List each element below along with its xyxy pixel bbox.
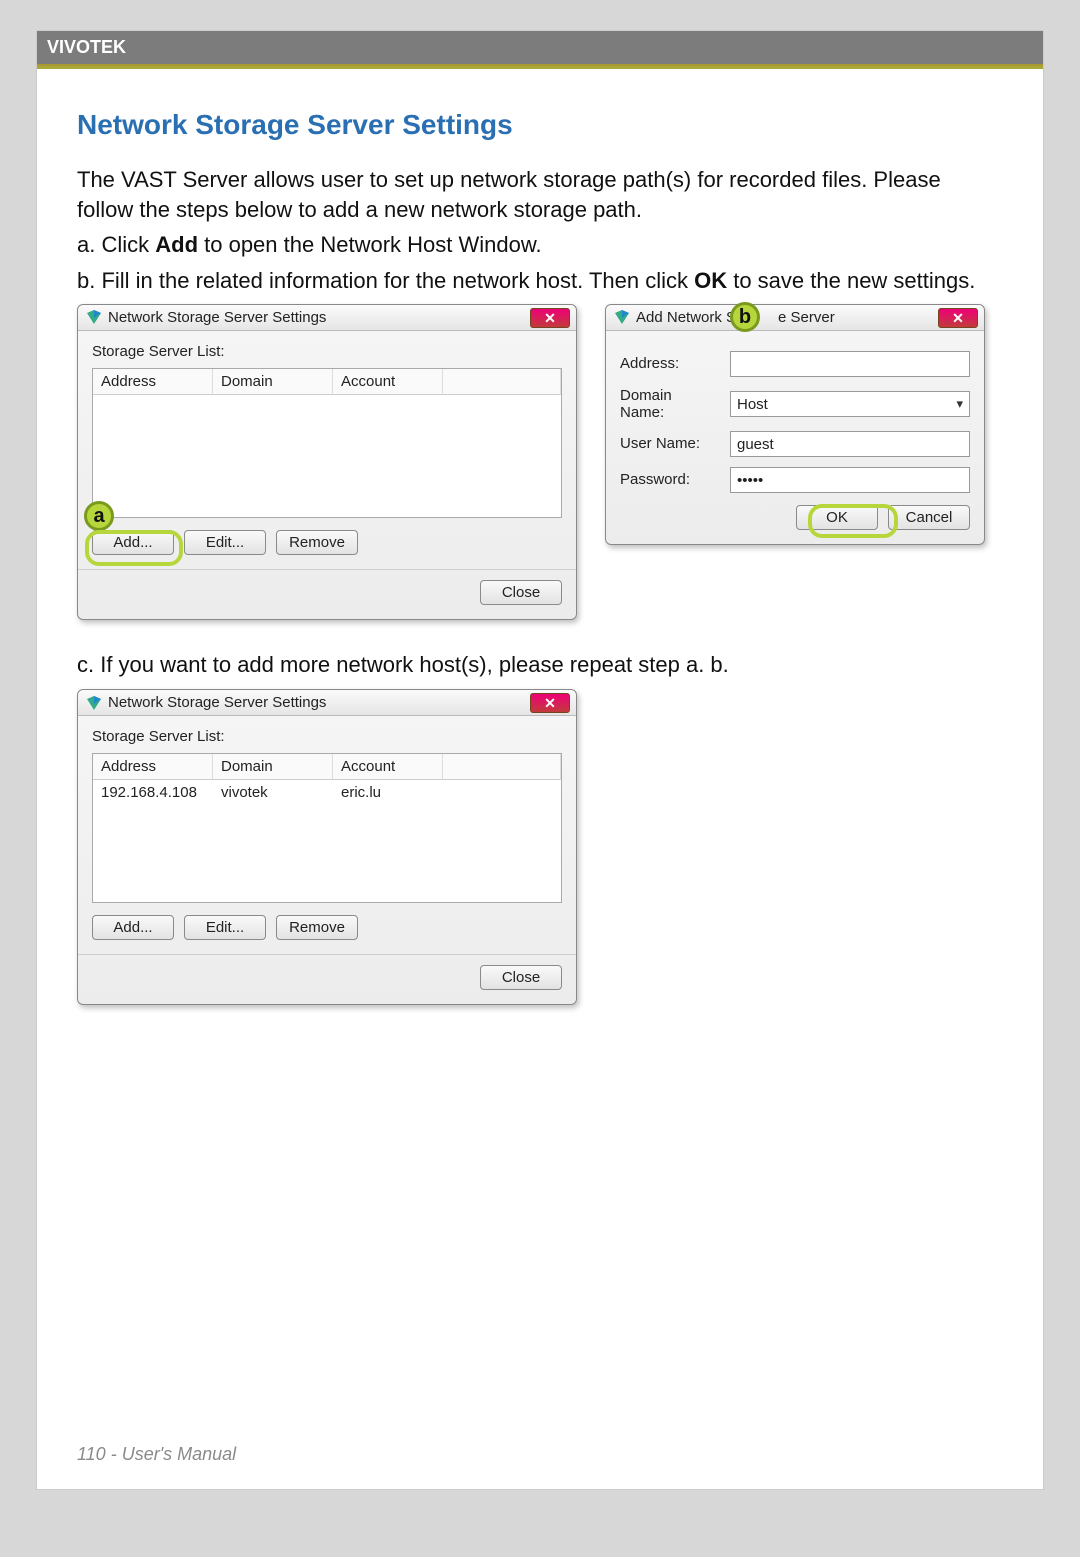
cell-domain: vivotek (213, 780, 333, 805)
network-storage-settings-window: Network Storage Server Settings ✕ Storag… (77, 304, 577, 620)
col-address[interactable]: Address (93, 754, 213, 780)
app-icon (86, 695, 102, 711)
table-row[interactable]: 192.168.4.108 vivotek eric.lu (93, 780, 561, 805)
app-icon (614, 309, 630, 325)
window-title: Network Storage Server Settings (108, 694, 326, 711)
header-rule (37, 66, 1043, 69)
user-name-input[interactable]: guest (730, 431, 970, 457)
add-button[interactable]: Add... (92, 915, 174, 940)
callout-b: b (730, 302, 760, 332)
window-titlebar: Network Storage Server Settings ✕ (78, 305, 576, 331)
window-titlebar: Network Storage Server Settings ✕ (78, 690, 576, 716)
ok-button[interactable]: OK (796, 505, 878, 530)
window-title: Network Storage Server Settings (108, 309, 326, 326)
remove-button[interactable]: Remove (276, 915, 358, 940)
step-a: a. Click Add to open the Network Host Wi… (77, 230, 1003, 260)
user-name-label: User Name: (620, 435, 720, 452)
close-icon[interactable]: ✕ (938, 308, 978, 328)
add-button[interactable]: Add... (92, 530, 174, 555)
server-list-grid: Address Domain Account 192.168.4.108 viv… (92, 753, 562, 903)
page-footer: 110 - User's Manual (77, 1444, 236, 1465)
list-label: Storage Server List: (92, 343, 562, 360)
step-c: c. If you want to add more network host(… (77, 650, 1003, 680)
doc-header: VIVOTEK (37, 31, 1043, 66)
window-titlebar: Add Network S e Server ✕ b (606, 305, 984, 331)
callout-a: a (84, 501, 114, 531)
close-button[interactable]: Close (480, 965, 562, 990)
address-label: Address: (620, 355, 720, 372)
edit-button[interactable]: Edit... (184, 530, 266, 555)
network-storage-settings-window-filled: Network Storage Server Settings ✕ Storag… (77, 689, 577, 1005)
add-network-storage-window: Add Network S e Server ✕ b Address: Doma… (605, 304, 985, 545)
window-title-left: Add Network S (636, 309, 736, 326)
col-account[interactable]: Account (333, 369, 443, 395)
cell-address: 192.168.4.108 (93, 780, 213, 805)
app-icon (86, 309, 102, 325)
col-address[interactable]: Address (93, 369, 213, 395)
cell-account: eric.lu (333, 780, 443, 805)
brand-text: VIVOTEK (47, 37, 126, 57)
col-domain[interactable]: Domain (213, 754, 333, 780)
cancel-button[interactable]: Cancel (888, 505, 970, 530)
close-icon[interactable]: ✕ (530, 308, 570, 328)
intro-paragraph: The VAST Server allows user to set up ne… (77, 165, 1003, 224)
window-title-right: e Server (778, 309, 835, 326)
address-input[interactable] (730, 351, 970, 377)
server-list-grid: Address Domain Account (92, 368, 562, 518)
col-domain[interactable]: Domain (213, 369, 333, 395)
password-label: Password: (620, 471, 720, 488)
close-icon[interactable]: ✕ (530, 693, 570, 713)
domain-name-select[interactable]: Host (730, 391, 970, 417)
section-title: Network Storage Server Settings (77, 109, 1003, 141)
col-account[interactable]: Account (333, 754, 443, 780)
close-button[interactable]: Close (480, 580, 562, 605)
list-label: Storage Server List: (92, 728, 562, 745)
remove-button[interactable]: Remove (276, 530, 358, 555)
password-input[interactable]: ••••• (730, 467, 970, 493)
edit-button[interactable]: Edit... (184, 915, 266, 940)
domain-name-label: Domain Name: (620, 387, 720, 421)
step-b: b. Fill in the related information for t… (77, 266, 1003, 296)
